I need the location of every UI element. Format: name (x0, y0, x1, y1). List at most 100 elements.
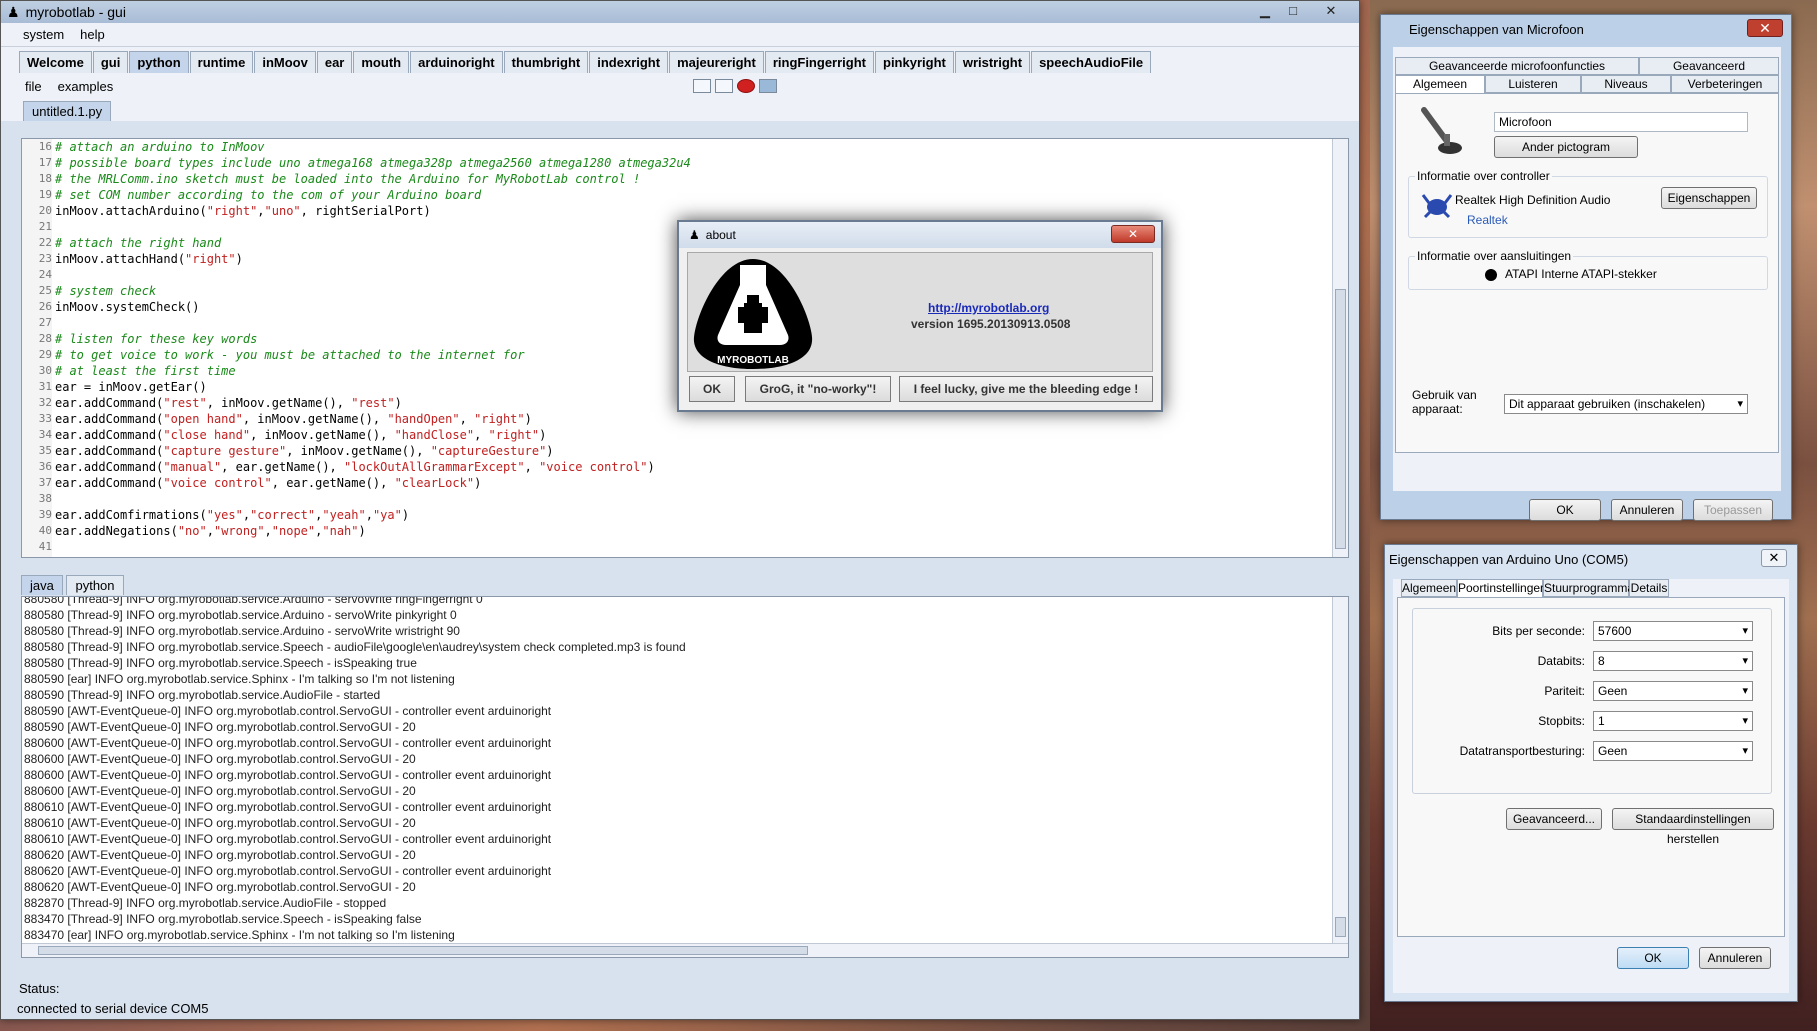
controller-vendor-link[interactable]: Realtek (1467, 213, 1508, 227)
minimize-button[interactable]: ▁ (1253, 3, 1277, 19)
status-text: connected to serial device COM5 (17, 1001, 209, 1016)
port-field-select[interactable]: 57600 (1593, 621, 1753, 641)
menu-system[interactable]: system (1, 27, 72, 42)
log-panel[interactable]: 880580 [Thread-9] INFO org.myrobotlab.se… (21, 596, 1349, 958)
tab-speechaudiofile[interactable]: speechAudioFile (1031, 51, 1152, 73)
tab-port-settings[interactable]: Poortinstellingen (1457, 579, 1547, 597)
menu-help[interactable]: help (72, 27, 113, 42)
tab-python[interactable]: python (129, 51, 189, 73)
advanced-port-button[interactable]: Geavanceerd... (1506, 808, 1602, 830)
tab-mouth[interactable]: mouth (353, 51, 410, 73)
line-number: 29 (38, 348, 52, 361)
line-number: 23 (38, 252, 52, 265)
device-name-field[interactable]: Microfoon (1494, 112, 1748, 132)
code-line: ear.addCommand("capture gesture", inMoov… (55, 444, 554, 458)
editor-scroll-thumb[interactable] (1335, 289, 1346, 549)
jack-name: ATAPI Interne ATAPI-stekker (1505, 267, 1657, 281)
tab-pinkyright[interactable]: pinkyright (875, 51, 954, 73)
line-number: 33 (38, 412, 52, 425)
bleeding-edge-button[interactable]: I feel lucky, give me the bleeding edge … (899, 376, 1153, 402)
restore-defaults-button[interactable]: Standaardinstellingen herstellen (1612, 808, 1774, 846)
tab-runtime[interactable]: runtime (189, 51, 254, 73)
no-worky-button[interactable]: GroG, it "no-worky"! (745, 376, 891, 402)
log-line: 880610 [AWT-EventQueue-0] INFO org.myrob… (24, 832, 552, 846)
log-horizontal-scrollbar[interactable] (22, 943, 1348, 957)
tab-inmoov[interactable]: inMoov (254, 51, 316, 73)
website-link[interactable]: http://myrobotlab.org (928, 301, 1049, 315)
code-line: # listen for these key words (55, 332, 258, 346)
port-field-select[interactable]: 8 (1593, 651, 1753, 671)
menu-examples[interactable]: examples (50, 79, 122, 94)
title-bar: ♟ myrobotlab - gui (1, 1, 1359, 23)
code-line: ear.addCommand("open hand", inMoov.getNa… (55, 412, 532, 426)
tab-advanced[interactable]: Geavanceerd (1639, 57, 1779, 75)
change-icon-button[interactable]: Ander pictogram (1494, 136, 1638, 158)
port-field-select[interactable]: 1 (1593, 711, 1753, 731)
tab-python-log[interactable]: python (66, 575, 124, 595)
mic-ok-button[interactable]: OK (1529, 499, 1601, 521)
close-button[interactable]: ✕ (1319, 3, 1343, 19)
line-number: 27 (38, 316, 52, 329)
jack-group-label: Informatie over aansluitingen (1415, 249, 1574, 263)
code-line: # attach an arduino to InMoov (55, 140, 265, 154)
tab-indexright[interactable]: indexright (589, 51, 669, 73)
new-file-icon[interactable] (693, 79, 711, 93)
tab-levels[interactable]: Niveaus (1581, 75, 1671, 93)
open-file-icon[interactable] (715, 79, 733, 93)
tab-ringfingerright[interactable]: ringFingerright (764, 51, 874, 73)
tab-thumbright[interactable]: thumbright (503, 51, 589, 73)
tab-arduinoright[interactable]: arduinoright (410, 51, 503, 73)
line-number: 39 (38, 508, 52, 521)
line-number: 31 (38, 380, 52, 393)
about-ok-button[interactable]: OK (689, 376, 735, 402)
log-vertical-scrollbar[interactable] (1332, 597, 1348, 945)
code-text: # attach an arduino to InMoov # possible … (55, 139, 691, 555)
code-line: inMoov.attachArduino("right","uno", righ… (55, 204, 431, 218)
log-scroll-thumb[interactable] (1335, 917, 1346, 937)
mic-close-button[interactable]: ✕ (1747, 19, 1783, 37)
code-line: # at least the first time (55, 364, 236, 378)
log-line: 880590 [Thread-9] INFO org.myrobotlab.se… (24, 688, 381, 702)
tab-driver[interactable]: Stuurprogramma (1543, 579, 1634, 597)
save-icon[interactable] (759, 79, 777, 93)
tab-java[interactable]: java (21, 575, 63, 595)
tab-enhancements[interactable]: Verbeteringen (1671, 75, 1779, 93)
port-field-select[interactable]: Geen (1593, 681, 1753, 701)
arduino-ok-button[interactable]: OK (1617, 947, 1689, 969)
about-close-button[interactable]: ✕ (1111, 225, 1155, 243)
tab-wristright[interactable]: wristright (954, 51, 1031, 73)
stop-icon[interactable] (737, 79, 755, 93)
tab-listen[interactable]: Luisteren (1485, 75, 1581, 93)
maximize-button[interactable]: □ (1281, 3, 1305, 18)
tab-general[interactable]: Algemeen (1395, 75, 1485, 93)
tab-majeureright[interactable]: majeureright (669, 51, 764, 73)
mic-tab-area: Geavanceerde microfoonfuncties Geavancee… (1393, 47, 1781, 521)
log-line: 880600 [AWT-EventQueue-0] INFO org.myrob… (24, 736, 552, 750)
mic-cancel-button[interactable]: Annuleren (1611, 499, 1683, 521)
about-app-icon: ♟ (689, 228, 700, 242)
port-field-label: Datatransportbesturing: (1459, 744, 1585, 758)
mic-apply-button[interactable]: Toepassen (1693, 499, 1773, 521)
editor-toolbar: file examples (1, 73, 1359, 99)
tab-general-port[interactable]: Algemeen (1401, 579, 1457, 597)
usage-select[interactable]: Dit apparaat gebruiken (inschakelen) (1504, 394, 1748, 414)
log-hscroll-thumb[interactable] (38, 946, 808, 955)
tab-ear[interactable]: ear (316, 51, 353, 73)
tab-gui[interactable]: gui (92, 51, 129, 73)
menu-file[interactable]: file (1, 79, 50, 94)
controller-properties-button[interactable]: Eigenschappen (1661, 187, 1757, 209)
arduino-cancel-button[interactable]: Annuleren (1699, 947, 1771, 969)
tab-advanced-mic-functions[interactable]: Geavanceerde microfoonfuncties (1395, 57, 1639, 75)
arduino-close-button[interactable]: ✕ (1761, 549, 1787, 567)
line-number: 25 (38, 284, 52, 297)
port-settings-panel: Bits per seconde: 57600 Databits: 8 Pariteit… (1397, 597, 1785, 937)
tab-untitled-py[interactable]: untitled.1.py (23, 101, 112, 121)
port-field-select[interactable]: Geen (1593, 741, 1753, 761)
tab-welcome[interactable]: Welcome (19, 51, 92, 73)
tab-details[interactable]: Details (1629, 579, 1669, 597)
editor-vertical-scrollbar[interactable] (1332, 139, 1348, 557)
code-line: # attach the right hand (55, 236, 222, 250)
